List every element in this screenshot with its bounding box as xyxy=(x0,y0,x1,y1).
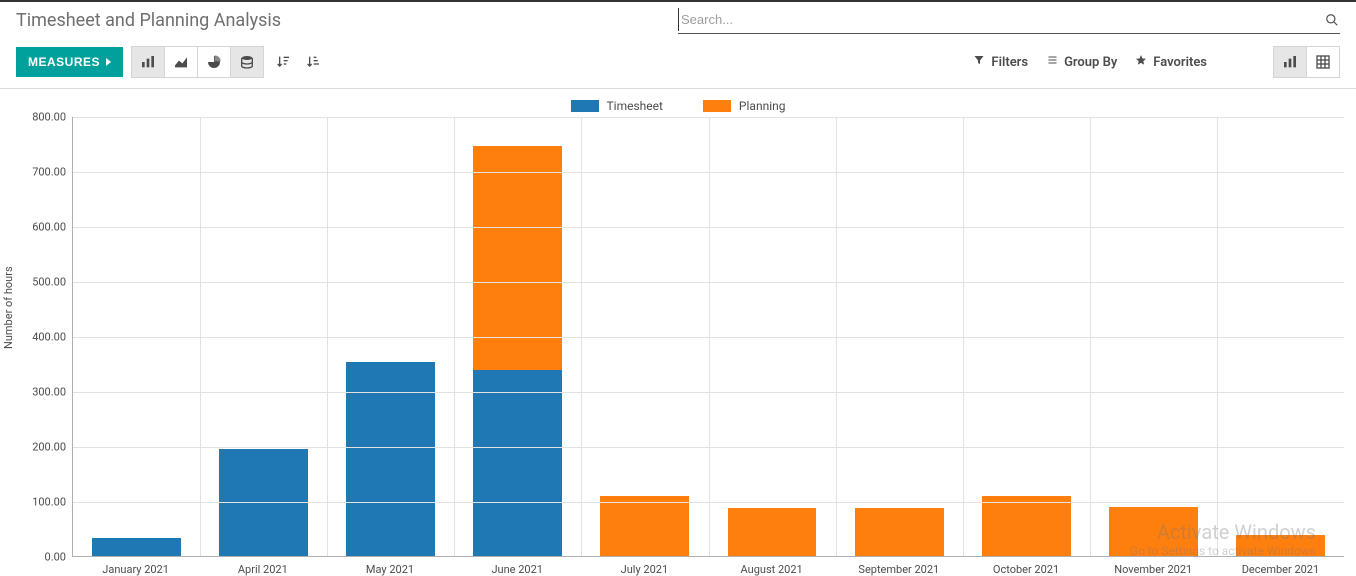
pivot-view-button[interactable] xyxy=(1306,46,1340,78)
list-icon xyxy=(1046,54,1058,70)
chart-type-group xyxy=(131,46,264,78)
chart-legend: Timesheet Planning xyxy=(12,93,1344,117)
x-tick: January 2021 xyxy=(72,557,199,576)
legend-label-planning: Planning xyxy=(739,99,786,113)
line-chart-button[interactable] xyxy=(164,46,198,78)
caret-right-icon xyxy=(106,58,111,66)
sort-group xyxy=(268,46,328,78)
x-tick: November 2021 xyxy=(1090,557,1217,576)
chart-plot xyxy=(72,117,1344,557)
bar-segment[interactable] xyxy=(92,538,181,556)
x-tick: June 2021 xyxy=(454,557,581,576)
favorites-label: Favorites xyxy=(1153,55,1207,70)
filters-dropdown[interactable]: Filters xyxy=(973,54,1028,70)
legend-label-timesheet: Timesheet xyxy=(607,99,663,113)
y-tick: 0.00 xyxy=(45,551,66,564)
sort-asc-button[interactable] xyxy=(298,46,328,78)
graph-view-button[interactable] xyxy=(1273,46,1307,78)
y-tick: 300.00 xyxy=(32,386,66,399)
filters-label: Filters xyxy=(991,55,1028,70)
y-tick: 600.00 xyxy=(32,221,66,234)
page-title: Timesheet and Planning Analysis xyxy=(16,8,678,31)
y-tick: 800.00 xyxy=(32,111,66,124)
favorites-dropdown[interactable]: Favorites xyxy=(1135,54,1207,70)
bar-segment[interactable] xyxy=(473,370,562,556)
y-axis: 0.00100.00200.00300.00400.00500.00600.00… xyxy=(12,117,72,557)
search-icon[interactable] xyxy=(1324,12,1340,28)
legend-swatch-timesheet xyxy=(571,100,599,112)
x-tick: December 2021 xyxy=(1217,557,1344,576)
measures-label: MEASURES xyxy=(28,55,100,69)
search-input[interactable] xyxy=(678,8,1324,31)
groupby-label: Group By xyxy=(1064,55,1117,70)
x-tick: May 2021 xyxy=(326,557,453,576)
search-bar[interactable] xyxy=(678,8,1340,34)
bar-chart-button[interactable] xyxy=(131,46,165,78)
x-tick: October 2021 xyxy=(962,557,1089,576)
groupby-dropdown[interactable]: Group By xyxy=(1046,54,1117,70)
star-icon xyxy=(1135,54,1147,70)
legend-item-timesheet[interactable]: Timesheet xyxy=(571,99,663,113)
bar-segment[interactable] xyxy=(728,508,817,556)
bar-segment[interactable] xyxy=(1236,535,1325,556)
y-tick: 700.00 xyxy=(32,166,66,179)
pie-chart-button[interactable] xyxy=(197,46,231,78)
y-tick: 200.00 xyxy=(32,441,66,454)
measures-button[interactable]: MEASURES xyxy=(16,47,123,77)
x-tick: April 2021 xyxy=(199,557,326,576)
bar-segment[interactable] xyxy=(600,496,689,557)
y-tick: 400.00 xyxy=(32,331,66,344)
view-switch xyxy=(1273,46,1340,78)
bar-segment[interactable] xyxy=(1109,507,1198,557)
x-tick: July 2021 xyxy=(581,557,708,576)
y-tick: 100.00 xyxy=(32,496,66,509)
legend-swatch-planning xyxy=(703,100,731,112)
bar-segment[interactable] xyxy=(982,496,1071,557)
sort-desc-button[interactable] xyxy=(268,46,298,78)
x-axis: January 2021April 2021May 2021June 2021J… xyxy=(72,557,1344,576)
x-tick: September 2021 xyxy=(835,557,962,576)
y-tick: 500.00 xyxy=(32,276,66,289)
x-tick: August 2021 xyxy=(708,557,835,576)
legend-item-planning[interactable]: Planning xyxy=(703,99,786,113)
stacked-button[interactable] xyxy=(230,46,264,78)
bar-segment[interactable] xyxy=(855,508,944,556)
filter-icon xyxy=(973,54,985,70)
